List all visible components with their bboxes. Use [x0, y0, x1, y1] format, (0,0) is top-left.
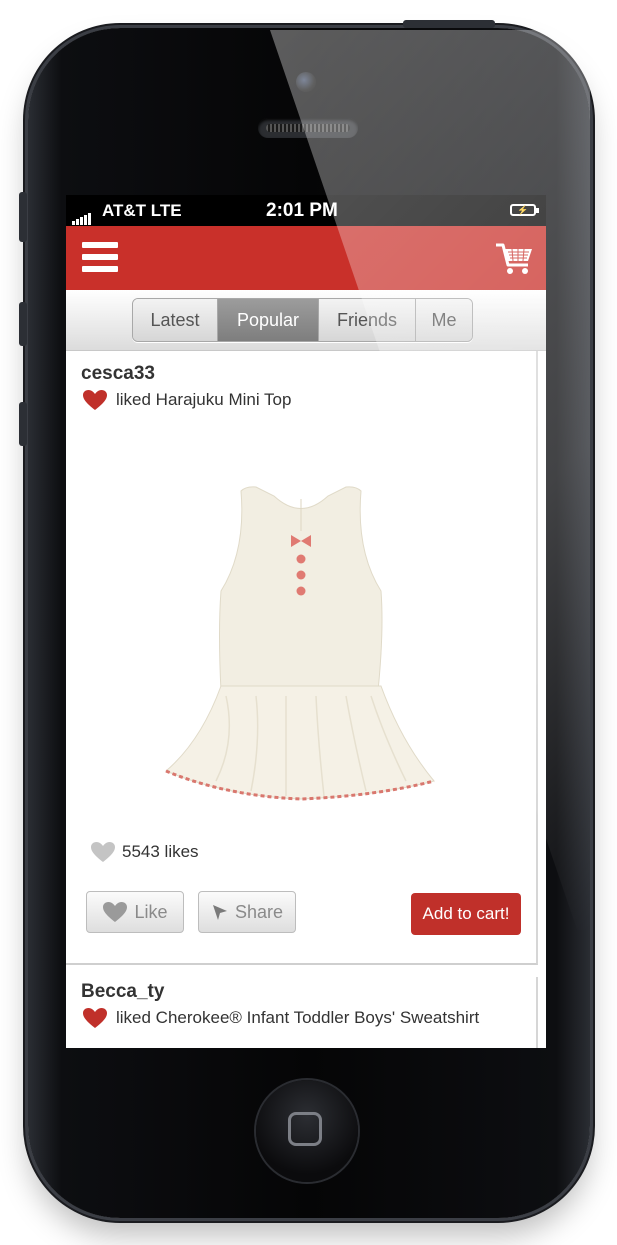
activity-line: liked Harajuku Mini Top [82, 389, 291, 411]
earpiece-speaker [258, 118, 358, 138]
clock: 2:01 PM [266, 200, 338, 221]
tab-friends[interactable]: Friends [319, 299, 416, 341]
volume-up-button [19, 302, 27, 346]
username[interactable]: cesca33 [81, 363, 155, 385]
tab-latest[interactable]: Latest [133, 299, 218, 341]
like-button[interactable]: Like [86, 891, 184, 933]
product-image[interactable] [156, 481, 446, 811]
battery-icon: ⚡ [510, 204, 539, 216]
heart-icon [83, 390, 107, 410]
tab-popular[interactable]: Popular [218, 299, 319, 341]
like-button-label: Like [134, 901, 168, 922]
carrier-label: AT&T LTE [102, 201, 182, 220]
username[interactable]: Becca_ty [81, 981, 164, 1003]
like-count: 5543 likes [90, 841, 199, 863]
heart-icon [83, 1008, 107, 1028]
hamburger-menu-icon[interactable] [82, 242, 118, 274]
app-header [66, 226, 546, 290]
volume-down-button [19, 402, 27, 446]
heart-icon [103, 902, 128, 922]
feed-card: cesca33 liked Harajuku Mini Top 5543 lik… [66, 351, 538, 965]
segmented-control: Latest Popular Friends Me [132, 298, 473, 342]
share-button[interactable]: Share [198, 891, 296, 933]
mute-switch [19, 192, 27, 242]
activity-text: liked Harajuku Mini Top [116, 390, 292, 409]
add-to-cart-button[interactable]: Add to cart! [411, 893, 521, 935]
power-button [403, 20, 495, 28]
status-bar: AT&T LTE 2:01 PM ⚡ [66, 195, 546, 226]
home-button[interactable] [256, 1080, 358, 1182]
like-count-text: 5543 likes [122, 842, 199, 861]
send-arrow-icon [212, 905, 227, 920]
signal-strength-icon [72, 205, 92, 225]
activity-text: liked Cherokee® Infant Toddler Boys' Swe… [116, 1008, 480, 1027]
tab-me[interactable]: Me [416, 299, 472, 341]
feed-filter-bar: Latest Popular Friends Me [66, 290, 546, 351]
phone-screen: AT&T LTE 2:01 PM ⚡ Latest Popular Friend… [66, 195, 546, 1048]
heart-outline-icon [91, 842, 115, 862]
shopping-cart-icon[interactable] [494, 239, 534, 279]
front-camera [296, 72, 316, 92]
share-button-label: Share [234, 901, 284, 922]
feed-card: Becca_ty liked Cherokee® Infant Toddler … [66, 977, 538, 1048]
activity-line: liked Cherokee® Infant Toddler Boys' Swe… [82, 1007, 479, 1029]
